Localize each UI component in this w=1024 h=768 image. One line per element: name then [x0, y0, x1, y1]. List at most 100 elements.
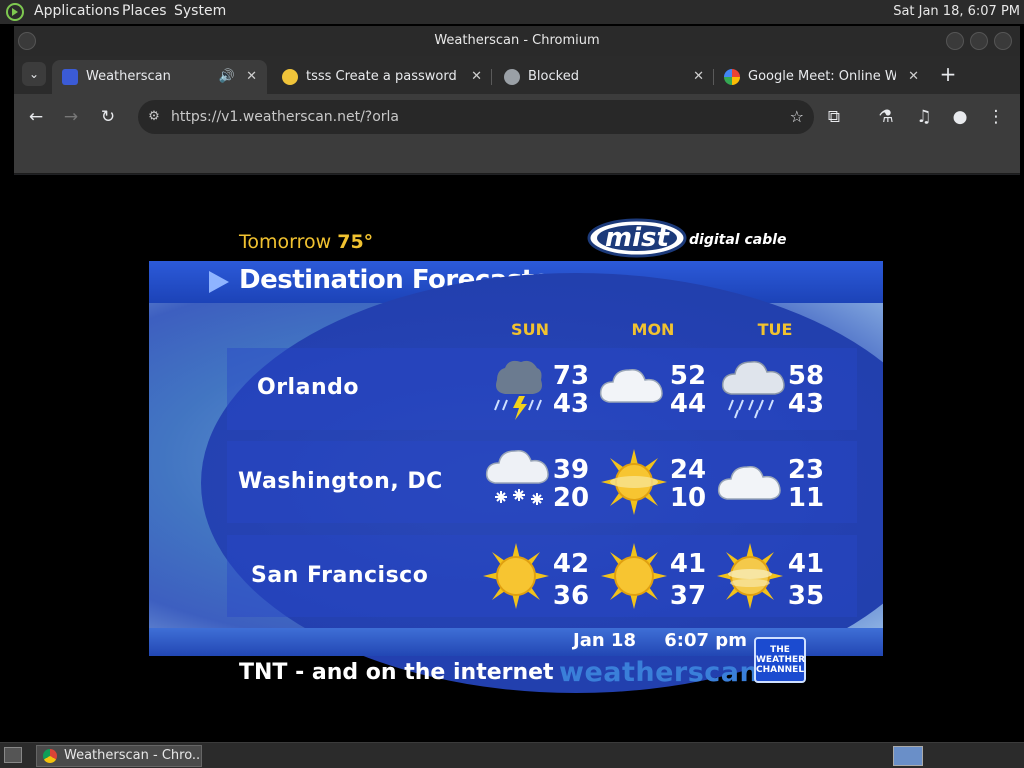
close-tab-icon[interactable]: ✕	[908, 60, 919, 94]
tab-title: Weatherscan	[86, 69, 171, 84]
clock[interactable]: Sat Jan 18, 6:07 PM	[893, 4, 1020, 19]
puzzle-icon: ⧉	[827, 107, 841, 127]
tab-title: tsss Create a password-p	[306, 69, 456, 84]
date-time: Jan 18 6:07 pm	[573, 630, 747, 651]
hazy-sun-icon	[717, 543, 783, 609]
chromium-icon	[43, 749, 57, 763]
mist-logo-sub: digital cable	[689, 232, 787, 248]
site-info-icon[interactable]: ⚙	[146, 100, 162, 134]
tomorrow-label: Tomorrow	[239, 231, 332, 253]
temp-high: 42	[552, 549, 590, 579]
tab-blocked[interactable]: Blocked ✕	[494, 60, 714, 94]
sunny-icon	[601, 543, 667, 609]
rain-icon	[721, 360, 785, 419]
weatherscan-screen: Tomorrow 75° mist digital cable Destinat…	[149, 184, 883, 734]
system-menu[interactable]: System	[174, 3, 226, 19]
temp-low: 35	[787, 581, 825, 611]
tab-weatherscan[interactable]: Weatherscan 🔊 ✕	[52, 60, 267, 94]
profile-icon: ●	[952, 107, 968, 127]
places-menu[interactable]: Places	[122, 3, 167, 19]
bookmarks-bar	[14, 140, 1020, 174]
applications-menu[interactable]: Applications	[34, 3, 120, 19]
ticker-text: TNT - and on the internet	[239, 660, 554, 685]
tomorrow-forecast: Tomorrow 75°	[239, 231, 373, 253]
browser-toolbar: ← → ↻ ⚙ https://v1.weatherscan.net/?orla…	[14, 94, 1020, 140]
day-header-sun: SUN	[511, 320, 549, 339]
close-tab-icon[interactable]: ✕	[693, 60, 704, 94]
weatherscan-brand: weatherscan	[559, 657, 760, 688]
browser-menu-button[interactable]: ⋮	[984, 105, 1008, 129]
close-tab-icon[interactable]: ✕	[246, 60, 257, 94]
temp-low: 43	[787, 389, 825, 419]
temp-low: 36	[552, 581, 590, 611]
top-panel: Applications Places System Sat Jan 18, 6…	[0, 0, 1024, 24]
close-tab-icon[interactable]: ✕	[471, 60, 482, 94]
reload-button[interactable]: ↻	[96, 105, 120, 129]
back-button[interactable]: ←	[24, 105, 48, 129]
window-titlebar[interactable]: Weatherscan - Chromium	[14, 26, 1020, 56]
tab-title: Blocked	[528, 69, 579, 84]
labs-button[interactable]: ⚗	[874, 105, 898, 129]
city-orlando: Orlando	[257, 375, 359, 400]
mist-logo-text: mist	[605, 223, 670, 253]
minimize-button[interactable]	[946, 32, 964, 50]
maximize-button[interactable]	[970, 32, 988, 50]
weather-channel-logo: THE WEATHER CHANNEL	[754, 637, 806, 683]
temp-high: 39	[552, 455, 590, 485]
tab-title: Google Meet: Online Web	[748, 69, 896, 84]
temp-high: 52	[669, 361, 707, 391]
arrow-left-icon: ←	[28, 107, 44, 127]
temp-low: 20	[552, 483, 590, 513]
media-controls-button[interactable]: ♫	[912, 105, 936, 129]
google-icon	[724, 69, 740, 85]
cloudy-icon	[717, 465, 781, 500]
day-header-tue: TUE	[757, 320, 793, 339]
address-bar[interactable]: ⚙ https://v1.weatherscan.net/?orla ☆	[138, 100, 814, 134]
day-header-mon: MON	[631, 320, 675, 339]
extensions-button[interactable]: ⧉	[822, 105, 846, 129]
snow-icon	[485, 449, 549, 505]
temp-high: 24	[669, 455, 707, 485]
mist-logo: mist digital cable	[587, 218, 787, 258]
reload-icon: ↻	[100, 107, 116, 127]
bottom-panel: Weatherscan - Chro...	[0, 742, 1024, 768]
media-queue-icon: ♫	[916, 107, 932, 127]
workspace-switcher[interactable]	[893, 746, 923, 766]
globe-icon	[504, 69, 520, 85]
show-desktop-button[interactable]	[4, 747, 22, 763]
cloudy-icon	[599, 368, 663, 403]
arrow-right-icon: →	[63, 107, 79, 127]
temp-low: 37	[669, 581, 707, 611]
sunny-icon	[601, 449, 667, 515]
close-window-button[interactable]	[994, 32, 1012, 50]
temp-high: 41	[669, 549, 707, 579]
distro-logo-icon[interactable]	[6, 3, 24, 21]
play-triangle-icon	[209, 271, 229, 293]
url-text[interactable]: https://v1.weatherscan.net/?orla	[171, 100, 399, 134]
flask-icon: ⚗	[878, 107, 894, 127]
temp-low: 44	[669, 389, 707, 419]
city-san-francisco: San Francisco	[251, 563, 429, 588]
smiley-favicon-icon	[282, 69, 298, 85]
window-title: Weatherscan - Chromium	[434, 33, 600, 48]
tab-google-meet[interactable]: Google Meet: Online Web ✕	[714, 60, 929, 94]
speaker-icon[interactable]: 🔊	[219, 60, 235, 94]
temp-high: 23	[787, 455, 825, 485]
forward-button[interactable]: →	[59, 105, 83, 129]
temp-low: 11	[787, 483, 825, 513]
bookmark-star-icon[interactable]: ☆	[790, 100, 804, 134]
current-date: Jan 18	[573, 630, 636, 651]
tab-search-button[interactable]: ⌄	[22, 62, 46, 86]
tab-strip: ⌄ Weatherscan 🔊 ✕ tsss Create a password…	[14, 56, 1020, 94]
temp-low: 10	[669, 483, 707, 513]
taskbar-window-button[interactable]: Weatherscan - Chro...	[36, 745, 202, 767]
browser-window: Weatherscan - Chromium ⌄ Weatherscan 🔊 ✕…	[14, 26, 1020, 738]
temp-high: 73	[552, 361, 590, 391]
window-menu-button[interactable]	[18, 32, 36, 50]
kebab-menu-icon: ⋮	[987, 107, 1005, 127]
new-tab-button[interactable]: +	[936, 62, 960, 86]
temp-low: 43	[552, 389, 590, 419]
taskbar-window-label: Weatherscan - Chro...	[64, 748, 202, 763]
tab-tsss[interactable]: tsss Create a password-p ✕	[272, 60, 492, 94]
profile-button[interactable]: ●	[948, 105, 972, 129]
